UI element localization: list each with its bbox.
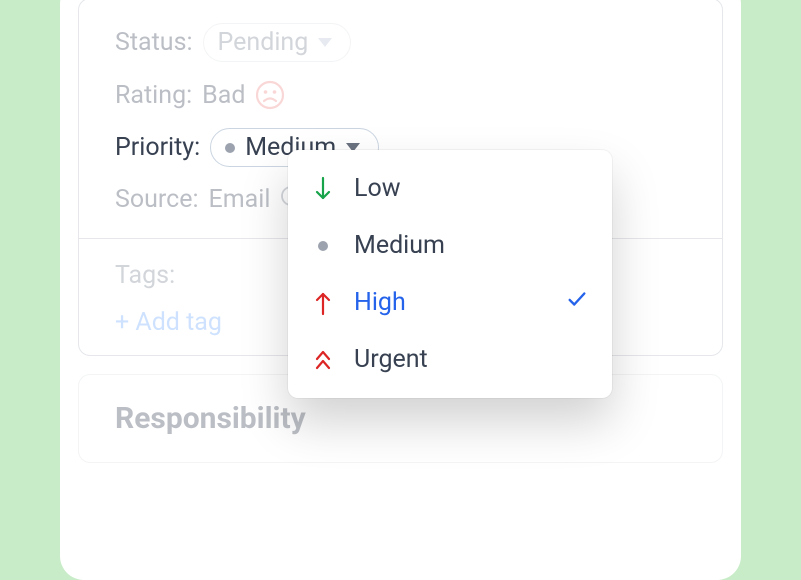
priority-dropdown: Low Medium High — [288, 150, 612, 398]
add-tag-link[interactable]: + Add tag — [115, 308, 222, 337]
priority-option-high[interactable]: High — [288, 274, 612, 331]
check-icon — [566, 288, 588, 317]
rating-field: Rating: Bad — [115, 80, 686, 110]
arrow-up-icon — [312, 290, 334, 316]
rating-value: Bad — [202, 81, 245, 110]
priority-option-label: Urgent — [354, 345, 588, 374]
source-value: Email — [209, 185, 271, 214]
double-arrow-up-icon — [312, 347, 334, 373]
status-chip[interactable]: Pending — [203, 23, 352, 62]
tags-label: Tags: — [115, 261, 175, 290]
priority-option-label: High — [354, 288, 546, 317]
priority-option-low[interactable]: Low — [288, 160, 612, 217]
sad-face-icon — [255, 80, 285, 110]
responsibility-heading: Responsibility — [115, 401, 686, 436]
dot-icon — [225, 143, 235, 153]
priority-label: Priority: — [115, 133, 200, 162]
priority-option-label: Low — [354, 174, 588, 203]
status-value: Pending — [218, 28, 309, 57]
priority-option-medium[interactable]: Medium — [288, 217, 612, 274]
dot-icon — [312, 241, 334, 251]
priority-option-urgent[interactable]: Urgent — [288, 331, 612, 388]
chevron-down-icon — [318, 38, 332, 47]
rating-label: Rating: — [115, 81, 192, 110]
status-field: Status: Pending — [115, 23, 686, 62]
arrow-down-icon — [312, 176, 334, 202]
form-card: Status: Pending Rating: Bad Priority: — [60, 0, 741, 580]
source-label: Source: — [115, 185, 199, 214]
priority-option-label: Medium — [354, 231, 588, 260]
status-label: Status: — [115, 28, 193, 57]
